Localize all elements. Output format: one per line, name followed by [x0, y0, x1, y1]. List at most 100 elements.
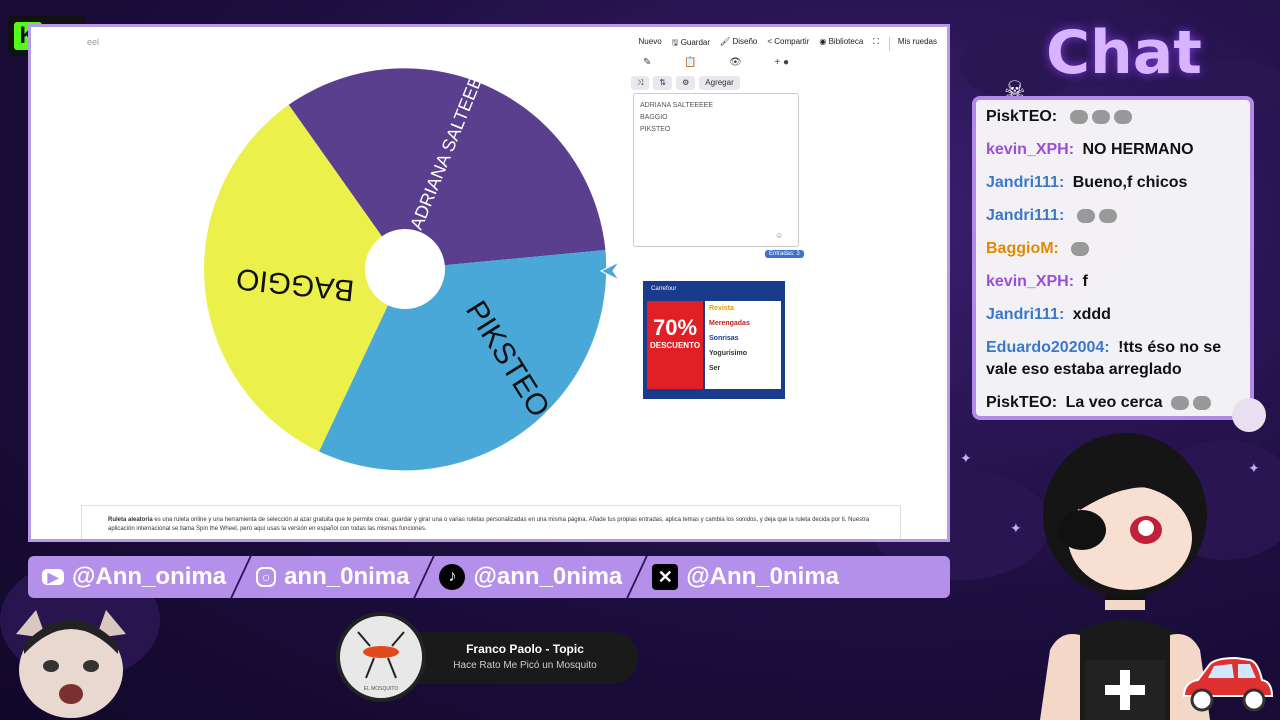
clipboard-tab-icon[interactable]: 📋 [684, 57, 696, 68]
sort-button[interactable]: ⇅ [653, 76, 673, 90]
panel-tabs: ✎ 📋 👁 + ● [631, 55, 801, 70]
ad-products: Revista Merengadas Sonrisas Yogurísimo S… [705, 301, 781, 389]
chat-title: Chat [1046, 18, 1202, 88]
star-icon: ✦ [1248, 460, 1260, 476]
emote-icon [1076, 208, 1095, 223]
ad-product: Merengadas [709, 320, 750, 327]
chat-message: kevin_XPH: f [986, 271, 1240, 293]
browser-window: eel Nuevo 🖫 Guardar 🖌 Diseño < Compartir… [28, 24, 950, 542]
menu-design-label: Diseño [732, 37, 758, 46]
menu-share-button[interactable]: < Compartir [767, 37, 809, 51]
chat-message: BaggioM: [986, 238, 1240, 260]
page-description: Ruleta aleatoria es una ruleta online y … [81, 505, 901, 539]
chat-message: Jandri111: Bueno,f chicos [986, 172, 1240, 194]
disc-label: EL MOSQUITO [364, 686, 399, 692]
entries-count-badge: Entradas: 3 [765, 250, 804, 258]
shuffle-button[interactable]: ⤨ [631, 76, 650, 90]
album-disc: EL MOSQUITO [336, 612, 426, 702]
social-instagram[interactable]: ○ ann_0nima [242, 563, 423, 591]
ad-product: Sonrisas [709, 335, 739, 342]
chat-username: BaggioM: [986, 240, 1059, 257]
ad-product: Yogurísimo [709, 350, 747, 357]
chat-username: Jandri111: [986, 306, 1065, 323]
x-icon: ✕ [652, 564, 679, 590]
emote-icon [1071, 241, 1090, 256]
entry-item: PIKSTEO [640, 126, 671, 133]
settings-button[interactable]: ⚙ [676, 76, 696, 90]
menu-share-label: Compartir [774, 37, 810, 46]
instagram-icon: ○ [256, 567, 277, 587]
emoji-picker-icon[interactable]: ☺ [775, 231, 783, 240]
description-bold: Ruleta aleatoria [108, 517, 153, 523]
chat-message: PiskTEO: La veo cerca [986, 392, 1240, 414]
youtube-icon: ▶ [42, 569, 64, 585]
chat-username: Jandri111: [986, 207, 1065, 224]
social-youtube[interactable]: ▶ @Ann_onima [28, 563, 240, 591]
social-x[interactable]: ✕ @Ann_0nima [638, 563, 853, 591]
social-tiktok[interactable]: ♪ @ann_0nima [425, 563, 636, 591]
chat-username: PiskTEO: [986, 108, 1058, 125]
social-handle: @ann_0nima [473, 563, 623, 590]
menu-save-button[interactable]: 🖫 Guardar [672, 37, 710, 51]
social-handle: ann_0nima [284, 563, 410, 590]
star-icon: ✦ [960, 450, 972, 466]
wheel-pointer-icon [599, 260, 621, 282]
chat-message: Eduardo202004: !tts éso no se vale eso e… [986, 337, 1240, 381]
menu-design-button[interactable]: 🖌 Diseño [720, 37, 757, 51]
chat-text: Bueno,f chicos [1072, 174, 1188, 191]
add-image-button[interactable]: Agregar [699, 76, 740, 90]
emote-icon [1171, 395, 1189, 410]
ad-product: Ser [709, 365, 721, 372]
social-handle: @Ann_onima [72, 563, 227, 590]
entry-item: BAGGIO [640, 114, 668, 121]
mosquito-icon: EL MOSQUITO [340, 616, 422, 698]
chat-username: Jandri111: [986, 174, 1065, 191]
top-menu: Nuevo 🖫 Guardar 🖌 Diseño < Compartir ◉ B… [639, 37, 937, 51]
now-playing-card: Franco Paolo - Topic Hace Rato Me Picó u… [412, 632, 638, 684]
menu-my-wheels-button[interactable]: Mis ruedas [888, 37, 937, 51]
chat-message: Jandri111: xddd [986, 304, 1240, 326]
fullscreen-icon[interactable]: ⛶ [873, 37, 879, 51]
ad-discount-panel: 70% DESCUENTO [647, 301, 703, 389]
chat-username: PiskTEO: [986, 394, 1058, 411]
advertisement-banner[interactable]: Carrefour 70% DESCUENTO Revista Merengad… [643, 281, 785, 399]
entries-panel: ✎ 📋 👁 + ● ⤨ ⇅ ⚙ Agregar [631, 55, 801, 90]
car-icon [1182, 656, 1274, 712]
chat-username: Eduardo202004: [986, 339, 1110, 356]
menu-library-label: Biblioteca [828, 37, 864, 46]
emote-icon [1091, 109, 1110, 124]
chat-text: La veo cerca [1065, 394, 1163, 411]
chat-username: kevin_XPH: [986, 141, 1075, 158]
chat-message: kevin_XPH: NO HERMANO [986, 139, 1240, 161]
ad-product: Revista [709, 305, 734, 312]
hide-tab-icon[interactable]: 👁 [729, 57, 742, 68]
wheel-center-hub[interactable] [365, 229, 445, 309]
edit-tab-icon[interactable]: ✎ [643, 57, 651, 68]
tiktok-icon: ♪ [439, 564, 466, 590]
chat-username: kevin_XPH: [986, 273, 1075, 290]
menu-new-button[interactable]: Nuevo [639, 37, 662, 51]
chat-text: xddd [1072, 306, 1111, 323]
webcam-feed [16, 610, 126, 718]
now-playing-track: Hace Rato Me Picó un Mosquito [453, 660, 597, 671]
moon-icon [1232, 398, 1266, 432]
socials-bar: ▶ @Ann_onima ○ ann_0nima ♪ @ann_0nima ✕ … [28, 555, 950, 599]
emote-icon [1098, 208, 1117, 223]
entries-textarea[interactable]: ADRIANA SALTEEEEE BAGGIO PIKSTEO [633, 93, 799, 247]
chat-text: f [1082, 273, 1088, 290]
color-tab-icon[interactable]: + ● [774, 57, 789, 68]
menu-save-label: Guardar [680, 38, 711, 47]
emote-icon [1193, 395, 1211, 410]
ad-header: Carrefour [643, 281, 785, 297]
now-playing-title: Franco Paolo - Topic [466, 642, 584, 656]
menu-library-button[interactable]: ◉ Biblioteca [819, 37, 863, 51]
page-logo-text: eel [87, 37, 100, 47]
entry-item: ADRIANA SALTEEEEE [640, 102, 714, 109]
entries-tools: ⤨ ⇅ ⚙ Agregar [631, 76, 801, 90]
description-text: es una ruleta online y una herramienta d… [108, 517, 870, 532]
spin-wheel[interactable]: ADRIANA SALTEEEEE PIKSTEO BAGGIO [203, 51, 607, 471]
chat-panel: PiskTEO: kevin_XPH: NO HERMANO Jandri111… [972, 96, 1254, 420]
chat-text: NO HERMANO [1082, 141, 1194, 158]
chat-message: PiskTEO: [986, 106, 1240, 128]
wheel-svg[interactable]: ADRIANA SALTEEEEE PIKSTEO BAGGIO [203, 51, 607, 471]
